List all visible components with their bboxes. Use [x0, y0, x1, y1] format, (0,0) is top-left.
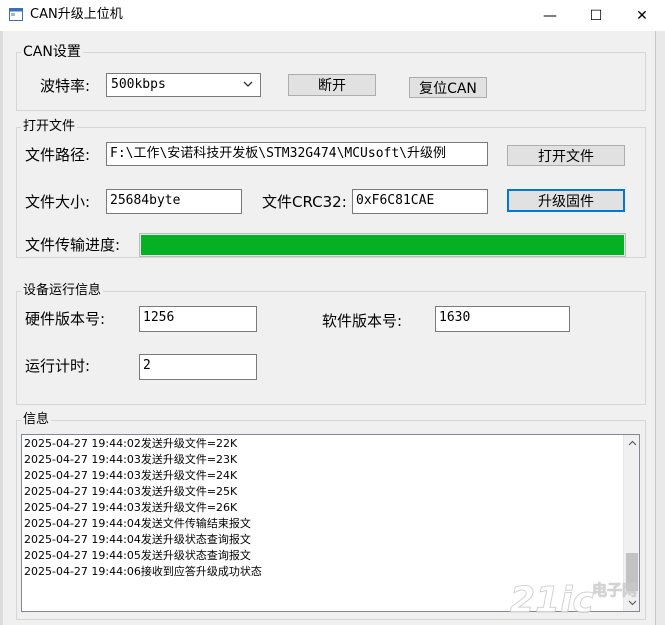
window-right-edge — [655, 31, 665, 625]
transfer-progress-bar — [139, 233, 626, 257]
scroll-up-icon[interactable] — [624, 435, 639, 451]
log-line: 2025-04-27 19:44:03发送升级文件=26K — [24, 501, 238, 514]
device-info-title: 设备运行信息 — [21, 283, 104, 299]
svg-text:电子网: 电子网 — [592, 581, 637, 599]
log-line: 2025-04-27 19:44:03发送升级文件=24K — [24, 469, 238, 482]
log-line: 2025-04-27 19:44:03发送升级文件=25K — [24, 485, 238, 498]
log-line: 2025-04-27 19:44:02发送升级文件=22K — [24, 437, 238, 450]
open-file-title: 打开文件 — [21, 119, 78, 135]
hardware-version-input[interactable]: 1256 — [139, 306, 257, 332]
baud-rate-label: 波特率: — [40, 77, 91, 95]
file-path-input[interactable]: F:\工作\安诺科技开发板\STM32G474\MCUsoft\升级例 — [106, 142, 488, 166]
file-path-label: 文件路径: — [25, 146, 91, 164]
transfer-progress-label: 文件传输进度: — [25, 236, 121, 254]
log-line: 2025-04-27 19:44:04发送文件传输结束报文 — [24, 517, 251, 530]
info-title: 信息 — [21, 412, 52, 428]
chevron-down-icon — [243, 81, 253, 87]
file-size-input[interactable]: 25684byte — [106, 189, 242, 214]
runtime-label: 运行计时: — [25, 357, 91, 375]
hardware-version-label: 硬件版本号: — [25, 310, 106, 328]
svg-text:21ic: 21ic — [510, 580, 594, 620]
disconnect-button[interactable]: 断开 — [288, 74, 376, 96]
app-window-icon — [9, 8, 23, 21]
baud-rate-select[interactable]: 500kbps — [106, 73, 261, 97]
minimize-button[interactable]: — — [527, 0, 573, 31]
open-file-button[interactable]: 打开文件 — [507, 145, 625, 166]
close-button[interactable]: ✕ — [619, 0, 665, 31]
log-line: 2025-04-27 19:44:06接收到应答升级成功状态 — [24, 565, 262, 578]
log-line: 2025-04-27 19:44:04发送升级状态查询报文 — [24, 533, 251, 546]
upgrade-firmware-button[interactable]: 升级固件 — [507, 189, 625, 212]
log-line: 2025-04-27 19:44:03发送升级文件=23K — [24, 453, 238, 466]
software-version-input[interactable]: 1630 — [435, 306, 570, 332]
file-crc-label: 文件CRC32: — [262, 193, 347, 211]
transfer-progress-fill — [141, 235, 624, 255]
reset-can-button[interactable]: 复位CAN — [409, 77, 487, 98]
window-left-edge — [0, 31, 3, 625]
can-settings-title: CAN设置 — [21, 44, 83, 60]
maximize-button[interactable]: ☐ — [573, 0, 619, 31]
file-crc-input[interactable]: 0xF6C81CAE — [352, 189, 488, 214]
file-size-label: 文件大小: — [25, 193, 91, 211]
runtime-input[interactable]: 2 — [139, 354, 257, 380]
21ic-watermark-logo: 21ic 电子网 — [510, 580, 638, 621]
window-title: CAN升级上位机 — [30, 7, 123, 22]
software-version-label: 软件版本号: — [322, 312, 403, 330]
baud-rate-value: 500kbps — [111, 77, 166, 92]
log-line: 2025-04-27 19:44:05发送升级状态查询报文 — [24, 549, 251, 562]
